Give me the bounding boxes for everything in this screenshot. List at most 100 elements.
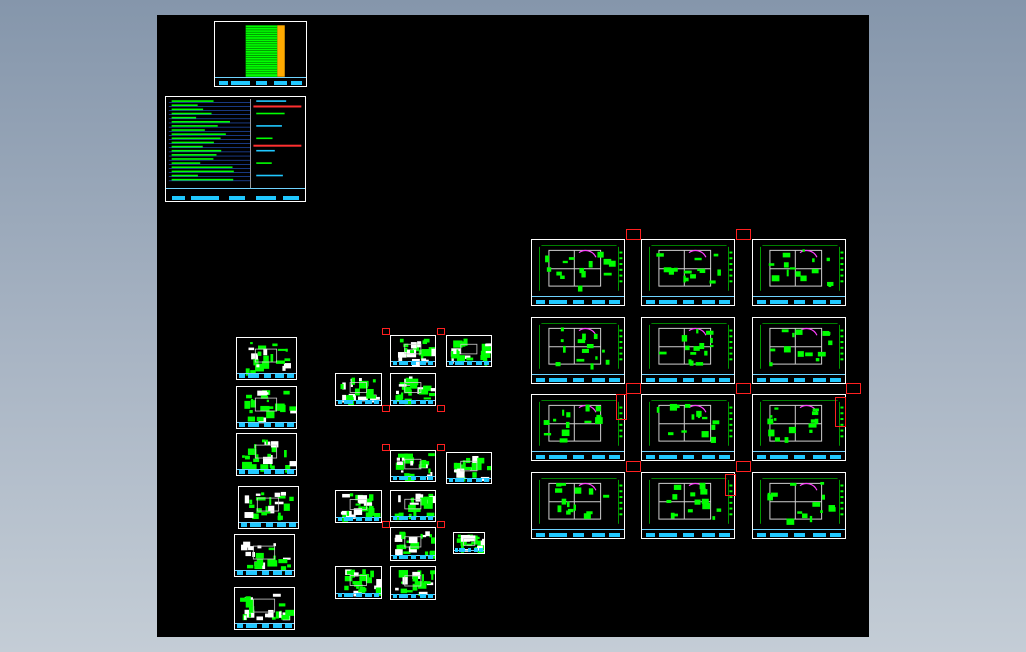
elevation-sheet-3[interactable] (236, 433, 297, 476)
title-block-cell (263, 470, 271, 474)
detail-sheet-8[interactable] (390, 490, 436, 522)
title-block-cell (454, 478, 464, 482)
elevation-sheet-2[interactable] (236, 386, 297, 429)
detail-sheet-2[interactable] (446, 335, 492, 367)
detail-sheet-11[interactable] (335, 566, 382, 599)
elevation-sheet-5[interactable] (234, 534, 295, 577)
title-block-cell (239, 374, 246, 378)
title-block-cell (473, 548, 478, 552)
title-block-cell (645, 378, 655, 382)
title-block-cell (365, 593, 372, 597)
title-block-cell (573, 533, 585, 537)
title-block-cell (794, 455, 806, 459)
title-block-cell (356, 593, 362, 597)
title-block-cell (455, 548, 459, 552)
revision-cloud-icon (626, 229, 641, 240)
title-block-cell (448, 361, 454, 365)
elevation-sheet-1[interactable] (236, 337, 297, 380)
detail-sheet-7[interactable] (335, 490, 382, 523)
detail-sheet-9[interactable] (390, 527, 436, 561)
title-block-cell (427, 476, 434, 480)
title-block-cell (466, 361, 473, 365)
title-block (336, 593, 381, 598)
title-block-cell (410, 400, 417, 404)
title-block-cell (573, 300, 585, 304)
title-block-cell (454, 361, 464, 365)
title-block-cell (701, 378, 715, 382)
title-block-cell (365, 517, 372, 521)
title-block-cell (794, 378, 806, 382)
title-block-cell (479, 548, 483, 552)
detail-sheet-12[interactable] (390, 566, 436, 600)
title-block-cell (548, 378, 567, 382)
design-notes-sheet[interactable] (165, 96, 306, 202)
detail-sheet-3[interactable] (335, 373, 382, 406)
detail-sheet-4[interactable] (390, 373, 436, 406)
title-block-cell (237, 624, 244, 628)
revision-cloud-icon (437, 444, 445, 451)
title-block-cell (191, 196, 219, 200)
revision-cloud-icon (437, 405, 445, 412)
title-block-cell (769, 300, 788, 304)
floor-plan-sheet-r1-c2[interactable] (641, 239, 735, 306)
floor-plan-sheet-r2-c1[interactable] (531, 317, 625, 384)
title-block-cell (265, 523, 273, 527)
title-block (447, 361, 491, 366)
title-block-cell (812, 533, 826, 537)
title-block (753, 296, 845, 305)
detail-sheet-5[interactable] (390, 450, 436, 482)
title-block-cell (245, 571, 258, 575)
title-block-cell (769, 378, 788, 382)
drawing-canvas[interactable] (157, 15, 869, 637)
title-block-cell (769, 455, 788, 459)
floor-plan-sheet-r1-c3[interactable] (752, 239, 846, 306)
detail-sheet-6[interactable] (446, 452, 492, 484)
title-block-cell (344, 593, 354, 597)
elevation-sheet-4[interactable] (238, 486, 299, 529)
floor-plan-sheet-r4-c2[interactable] (641, 472, 735, 539)
floor-plan-sheet-r2-c2[interactable] (641, 317, 735, 384)
title-block-cell (273, 571, 282, 575)
revision-cloud-icon (846, 383, 861, 394)
title-block-cell (535, 455, 545, 459)
title-block-cell (769, 533, 788, 537)
title-block-cell (286, 374, 294, 378)
detail-sheet-10[interactable] (453, 532, 485, 554)
revision-cloud-icon (725, 474, 736, 496)
title-block-cell (427, 555, 434, 559)
title-block-cell (419, 516, 426, 520)
revision-cloud-icon (382, 405, 390, 412)
floor-plan-sheet-r2-c3[interactable] (752, 317, 846, 384)
title-block-cell (427, 361, 434, 365)
title-block-cell (373, 517, 380, 521)
title-block-cell (261, 624, 269, 628)
floor-plan-sheet-r3-c2[interactable] (641, 394, 735, 461)
title-block-cell (658, 533, 677, 537)
detail-sheet-1[interactable] (390, 335, 436, 367)
floor-plan-sheet-r3-c3[interactable] (752, 394, 846, 461)
title-block-cell (483, 478, 490, 482)
title-block-cell (466, 478, 473, 482)
drawing-list-sheet[interactable] (214, 21, 307, 87)
revision-cloud-icon (382, 328, 390, 335)
title-block-cell (261, 571, 269, 575)
title-block-cell (658, 378, 677, 382)
floor-plan-sheet-r4-c1[interactable] (531, 472, 625, 539)
title-block-cell (794, 300, 806, 304)
title-block-cell (609, 533, 621, 537)
title-block-cell (410, 476, 417, 480)
title-block-cell (365, 400, 372, 404)
floor-plan-sheet-r4-c3[interactable] (752, 472, 846, 539)
title-block-cell (419, 594, 426, 598)
title-block-cell (284, 571, 292, 575)
floor-plan-sheet-r3-c1[interactable] (531, 394, 625, 461)
elevation-sheet-6[interactable] (234, 587, 295, 630)
title-block-cell (427, 516, 434, 520)
title-block (642, 451, 734, 460)
title-block (166, 187, 305, 201)
revision-cloud-icon (626, 383, 641, 394)
title-block-cell (573, 378, 585, 382)
revision-cloud-icon (736, 461, 751, 472)
floor-plan-sheet-r1-c1[interactable] (531, 239, 625, 306)
title-block-cell (392, 516, 398, 520)
